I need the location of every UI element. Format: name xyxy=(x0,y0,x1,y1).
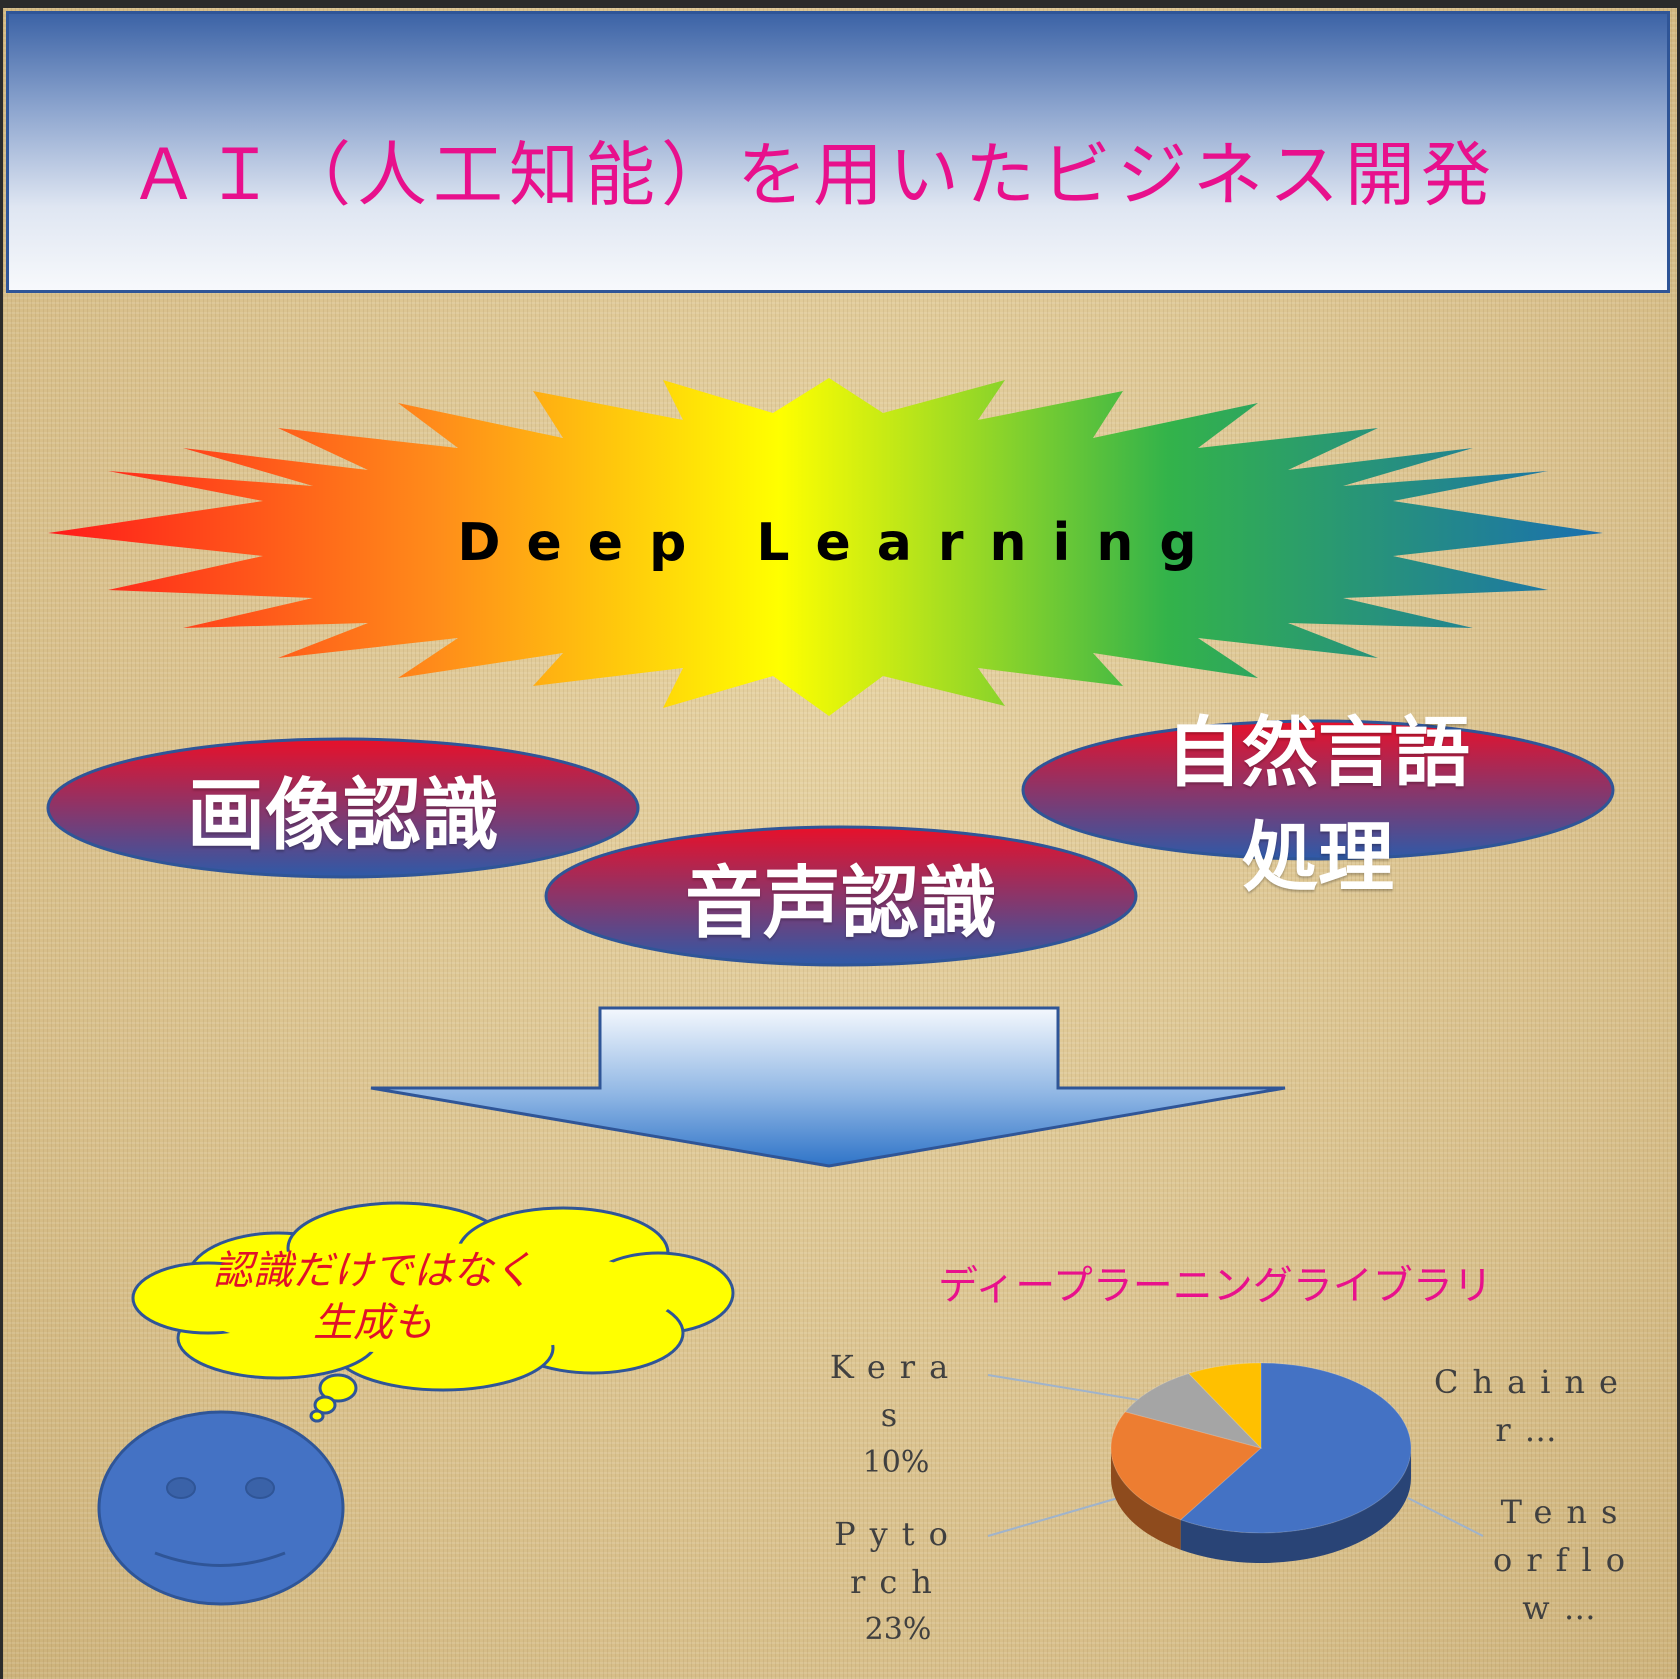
pytorch-pct: 23% xyxy=(864,1612,932,1647)
pytorch-label: Pytorch 23% xyxy=(823,1510,973,1654)
slide: ＡＩ（人工知能）を用いたビジネス開発 Deep Learning 画像認識 音声… xyxy=(3,8,1677,1679)
keras-label: Keras 10% xyxy=(821,1343,971,1487)
pie-top xyxy=(1110,1362,1412,1534)
leader-line-2 xyxy=(1407,1497,1484,1537)
tensorflow-name: Tensorflow… xyxy=(1493,1493,1639,1627)
chainer-label: Chainer… xyxy=(1433,1358,1633,1454)
keras-name: Keras xyxy=(829,1348,963,1434)
tensorflow-label: Tensorflow… xyxy=(1491,1488,1641,1632)
keras-pct: 10% xyxy=(862,1445,930,1480)
leader-line-1 xyxy=(987,1497,1119,1537)
chainer-name: Chainer… xyxy=(1434,1363,1632,1449)
pytorch-name: Pytorch xyxy=(834,1515,962,1601)
